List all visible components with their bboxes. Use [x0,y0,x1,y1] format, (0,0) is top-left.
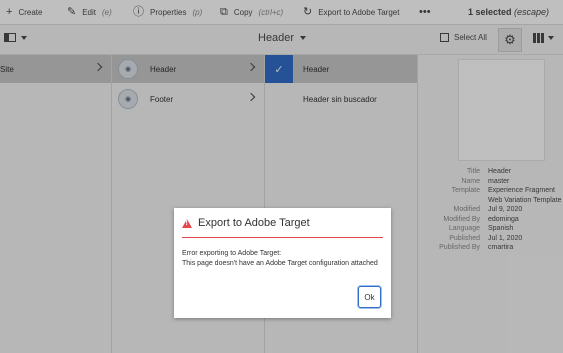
dialog-divider [182,237,383,238]
warning-icon [182,218,192,228]
dialog-title: Export to Adobe Target [198,217,310,229]
export-error-dialog: Export to Adobe Target Error exporting t… [174,208,391,318]
ok-button[interactable]: Ok [358,286,381,308]
error-line-2: This page doesn't have an Adobe Target c… [182,259,378,267]
dialog-message: Error exporting to Adobe Target: This pa… [182,249,387,268]
dialog-header: Export to Adobe Target [182,217,310,229]
error-line-1: Error exporting to Adobe Target: [182,250,282,257]
